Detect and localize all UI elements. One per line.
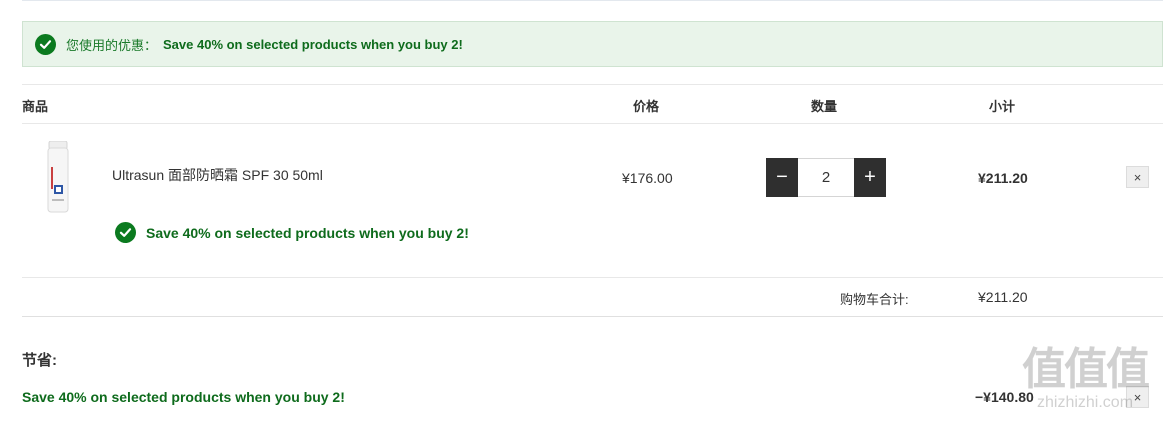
increase-quantity-button[interactable]: + [854, 158, 886, 197]
quantity-stepper: − + [766, 158, 886, 197]
check-circle-icon [115, 222, 136, 243]
column-header-subtotal: 小计 [989, 99, 1016, 114]
quantity-input[interactable] [798, 158, 854, 197]
top-divider [22, 0, 1163, 1]
item-promo-text: Save 40% on selected products when you b… [146, 224, 469, 241]
promo-description: Save 40% on selected products when you b… [163, 36, 463, 52]
savings-promo-label: Save 40% on selected products when you b… [22, 389, 345, 405]
cart-total-label: 购物车合计: [840, 292, 909, 307]
item-subtotal: ¥211.20 [978, 170, 1028, 186]
item-promo-notice: Save 40% on selected products when you b… [115, 222, 469, 243]
watermark-url: zhizhizhi.com [1036, 394, 1134, 411]
applied-promo-banner: 您使用的优惠： Save 40% on selected products wh… [22, 21, 1163, 67]
cart-table-header: 商品 价格 数量 小计 [22, 84, 1163, 124]
remove-item-button[interactable]: × [1126, 166, 1149, 188]
product-name-link[interactable]: Ultrasun 面部防晒霜 SPF 30 50ml [112, 165, 323, 185]
check-circle-icon [35, 33, 56, 55]
promo-prefix-label: 您使用的优惠： [66, 37, 158, 53]
cart-total-row: 购物车合计: ¥211.20 [22, 277, 1163, 317]
column-header-price: 价格 [633, 99, 660, 114]
item-unit-price: ¥176.00 [622, 170, 673, 186]
watermark: 值值值 zhizhizhi.com [1010, 346, 1160, 412]
column-header-quantity: 数量 [811, 99, 838, 114]
cart-total-value: ¥211.20 [978, 289, 1028, 305]
savings-heading: 节省: [22, 352, 57, 369]
column-header-product: 商品 [22, 99, 49, 114]
watermark-logo: 值值值 [1022, 345, 1150, 394]
product-thumbnail[interactable] [46, 140, 70, 213]
decrease-quantity-button[interactable]: − [766, 158, 798, 197]
